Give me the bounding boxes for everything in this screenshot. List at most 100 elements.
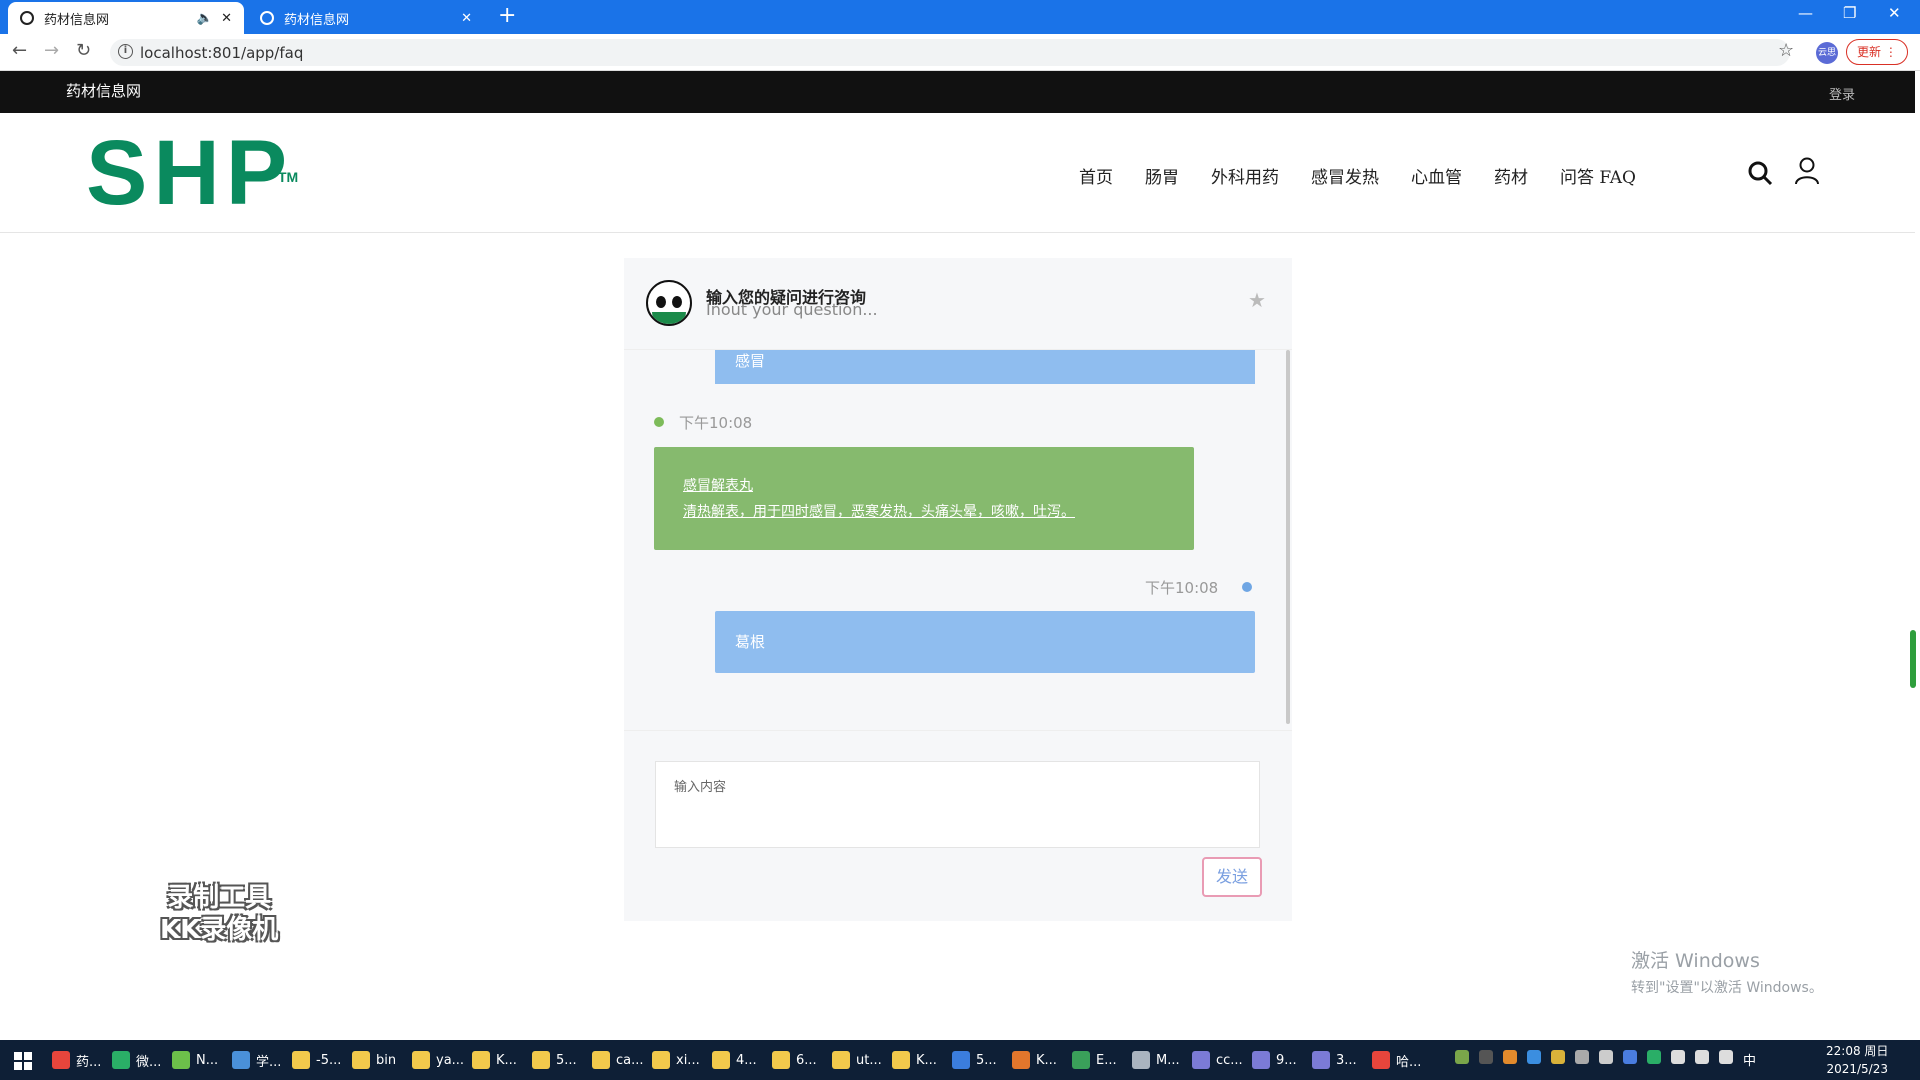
chat-subtitle: Inout your question... bbox=[706, 300, 878, 319]
tab-close-icon[interactable]: ✕ bbox=[221, 11, 232, 26]
taskbar-clock[interactable]: 22:08 周日 2021/5/23 bbox=[1826, 1042, 1888, 1078]
tray-icon[interactable] bbox=[1527, 1050, 1541, 1064]
minimize-icon[interactable]: — bbox=[1798, 4, 1813, 22]
taskbar-item[interactable]: ya... bbox=[412, 1044, 464, 1076]
ime-indicator[interactable]: 中 bbox=[1743, 1050, 1756, 1069]
login-link[interactable]: 登录 bbox=[1829, 84, 1855, 103]
nav-item-stomach[interactable]: 肠胃 bbox=[1145, 163, 1179, 188]
message-input[interactable]: 输入内容 bbox=[655, 761, 1260, 848]
bot-message: 感冒解表丸 清热解表，用于四时感冒，恶寒发热，头痛头晕，咳嗽，吐泻。 bbox=[654, 447, 1194, 550]
nav-item-cardio[interactable]: 心血管 bbox=[1411, 163, 1462, 188]
logo-trademark: TM bbox=[278, 169, 299, 185]
app-icon bbox=[592, 1051, 610, 1069]
user-status-dot bbox=[1242, 582, 1252, 592]
taskbar-item[interactable]: 5... bbox=[532, 1044, 577, 1076]
tray-icon[interactable] bbox=[1671, 1050, 1685, 1064]
restore-icon[interactable]: ❐ bbox=[1843, 4, 1856, 22]
wifi-icon[interactable] bbox=[1695, 1050, 1709, 1064]
search-icon[interactable] bbox=[1747, 160, 1773, 186]
taskbar-item[interactable]: cc... bbox=[1192, 1044, 1243, 1076]
taskbar-item[interactable]: -5... bbox=[292, 1044, 341, 1076]
taskbar-item[interactable]: K... bbox=[892, 1044, 937, 1076]
taskbar-item-label: 3... bbox=[1336, 1052, 1357, 1068]
star-icon[interactable]: ★ bbox=[1248, 288, 1266, 312]
send-button[interactable]: 发送 bbox=[1202, 857, 1262, 897]
taskbar-item[interactable]: K... bbox=[472, 1044, 517, 1076]
taskbar-item[interactable]: 4... bbox=[712, 1044, 757, 1076]
site-name[interactable]: 药材信息网 bbox=[66, 80, 141, 101]
taskbar-item[interactable]: ut... bbox=[832, 1044, 882, 1076]
tray-icon[interactable] bbox=[1455, 1050, 1469, 1064]
profile-avatar[interactable]: 云思 bbox=[1816, 42, 1838, 64]
bookmark-star-icon[interactable]: ☆ bbox=[1778, 40, 1794, 61]
tray-icon[interactable] bbox=[1623, 1050, 1637, 1064]
taskbar-item[interactable]: xi... bbox=[652, 1044, 700, 1076]
info-icon[interactable]: i bbox=[118, 44, 133, 59]
nav-item-faq[interactable]: 问答 FAQ bbox=[1560, 163, 1636, 188]
browser-tab-active[interactable]: 药材信息网 🔈 ✕ bbox=[8, 2, 244, 34]
tab-title: 药材信息网 bbox=[284, 12, 350, 28]
page-scrollbar-thumb[interactable] bbox=[1910, 630, 1916, 688]
taskbar-item[interactable]: 3... bbox=[1312, 1044, 1357, 1076]
window-close-icon[interactable]: ✕ bbox=[1888, 4, 1901, 22]
taskbar-item[interactable]: 5... bbox=[952, 1044, 997, 1076]
taskbar-item-label: K... bbox=[1036, 1052, 1057, 1068]
logo-text: SHP bbox=[86, 122, 294, 224]
taskbar-item[interactable]: 9... bbox=[1252, 1044, 1297, 1076]
tray-icon[interactable] bbox=[1599, 1050, 1613, 1064]
site-logo[interactable]: SHP TM bbox=[86, 127, 298, 219]
tray-icon[interactable] bbox=[1551, 1050, 1565, 1064]
app-icon bbox=[532, 1051, 550, 1069]
app-icon bbox=[412, 1051, 430, 1069]
chat-scrollbar[interactable] bbox=[1286, 350, 1290, 724]
taskbar-item[interactable]: 微... bbox=[112, 1044, 161, 1076]
browser-toolbar: ← → ↻ i localhost:801/app/faq ☆ 云思 更新 ⋮ bbox=[0, 34, 1920, 71]
nav-item-surgical[interactable]: 外科用药 bbox=[1211, 163, 1279, 188]
taskbar-item[interactable]: N... bbox=[172, 1044, 218, 1076]
taskbar-item[interactable]: 药... bbox=[52, 1044, 101, 1076]
windows-taskbar: 药... 微... N... 学... -5... bin ya... K... 5... ca.… bbox=[0, 1040, 1920, 1080]
taskbar-item[interactable]: 哈... bbox=[1372, 1044, 1421, 1076]
browser-tab-inactive[interactable]: 药材信息网 ✕ bbox=[248, 2, 484, 34]
taskbar-item[interactable]: M... bbox=[1132, 1044, 1180, 1076]
user-message: 葛根 bbox=[715, 611, 1255, 673]
address-bar[interactable]: i localhost:801/app/faq bbox=[110, 39, 1790, 66]
app-icon bbox=[292, 1051, 310, 1069]
app-icon bbox=[172, 1051, 190, 1069]
taskbar-item[interactable]: E... bbox=[1072, 1044, 1117, 1076]
back-arrow-icon[interactable]: ← bbox=[12, 40, 27, 61]
answer-desc-link[interactable]: 清热解表，用于四时感冒，恶寒发热，头痛头晕，咳嗽，吐泻。 bbox=[683, 499, 1194, 525]
windows-start-icon[interactable] bbox=[14, 1052, 32, 1070]
taskbar-item[interactable]: 6... bbox=[772, 1044, 817, 1076]
taskbar-item[interactable]: bin bbox=[352, 1044, 396, 1076]
nav-item-home[interactable]: 首页 bbox=[1079, 163, 1113, 188]
site-header: SHP TM 首页 肠胃 外科用药 感冒发热 心血管 药材 问答 FAQ bbox=[0, 113, 1915, 233]
reload-icon[interactable]: ↻ bbox=[76, 40, 91, 61]
speaker-icon[interactable]: 🔈 bbox=[197, 11, 213, 26]
tray-icon[interactable] bbox=[1503, 1050, 1517, 1064]
nav-item-herbs[interactable]: 药材 bbox=[1494, 163, 1528, 188]
taskbar-item-label: cc... bbox=[1216, 1052, 1243, 1068]
user-icon[interactable] bbox=[1794, 157, 1820, 185]
taskbar-item[interactable]: 学... bbox=[232, 1044, 281, 1076]
taskbar-item[interactable]: ca... bbox=[592, 1044, 644, 1076]
taskbar-item-label: ca... bbox=[616, 1052, 644, 1068]
app-icon bbox=[352, 1051, 370, 1069]
forward-arrow-icon[interactable]: → bbox=[44, 40, 59, 61]
bot-status-dot bbox=[654, 417, 664, 427]
new-tab-button[interactable]: + bbox=[498, 5, 516, 27]
update-button[interactable]: 更新 ⋮ bbox=[1846, 39, 1908, 65]
volume-icon[interactable] bbox=[1719, 1050, 1733, 1064]
tray-icon[interactable] bbox=[1647, 1050, 1661, 1064]
answer-title-link[interactable]: 感冒解表丸 bbox=[683, 473, 1194, 499]
nav-item-cold-fever[interactable]: 感冒发热 bbox=[1311, 163, 1379, 188]
tab-close-icon[interactable]: ✕ bbox=[461, 11, 472, 26]
tray-icon[interactable] bbox=[1479, 1050, 1493, 1064]
tray-icon[interactable] bbox=[1575, 1050, 1589, 1064]
message-list: 感冒 下午10:08 感冒解表丸 清热解表，用于四时感冒，恶寒发热，头痛头晕，咳… bbox=[624, 350, 1292, 730]
taskbar-item-label: E... bbox=[1096, 1052, 1117, 1068]
recorder-watermark: 录制工具 KK录像机 bbox=[160, 882, 278, 946]
chat-header: 输入您的疑问进行咨询 Inout your question... ★ bbox=[624, 258, 1292, 350]
app-icon bbox=[772, 1051, 790, 1069]
taskbar-item[interactable]: K... bbox=[1012, 1044, 1057, 1076]
